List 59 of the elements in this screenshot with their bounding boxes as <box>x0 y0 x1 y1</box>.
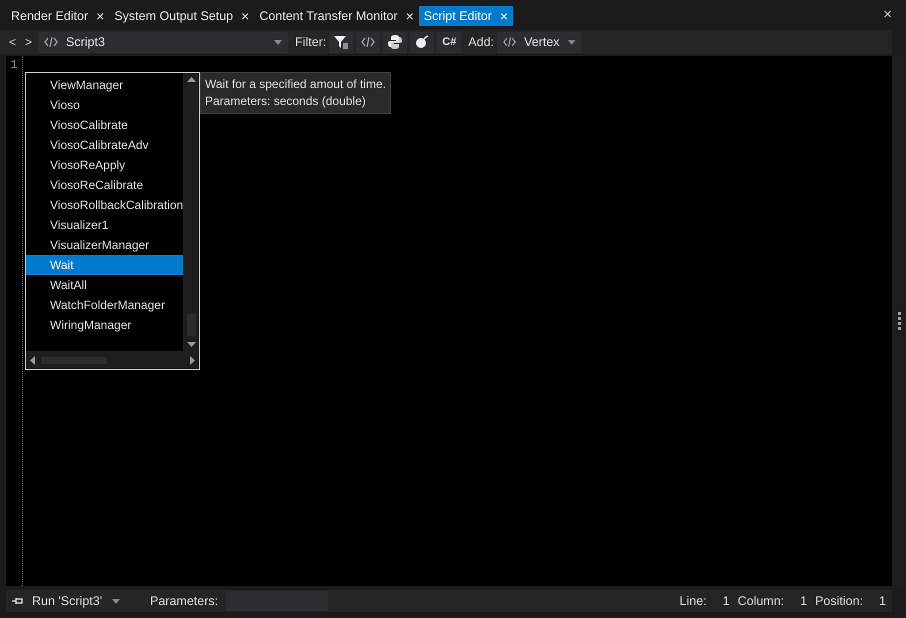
line-value: 1 <box>722 594 730 608</box>
parameters-label: Parameters: <box>150 594 218 608</box>
close-icon[interactable]: × <box>96 9 104 23</box>
horizontal-scrollbar[interactable] <box>26 351 199 369</box>
tab[interactable]: System Output Setup × <box>109 6 254 26</box>
column-label: Column: <box>738 594 784 608</box>
run-dropdown[interactable]: Run 'Script3' <box>32 594 142 608</box>
completion-item[interactable]: ViosoReCalibrate <box>26 175 184 195</box>
completion-item[interactable]: Wait <box>26 255 184 275</box>
line-label: Line: <box>680 594 707 608</box>
scroll-left-icon[interactable] <box>30 356 35 364</box>
tab[interactable]: Content Transfer Monitor × <box>254 6 419 26</box>
csharp-button[interactable]: C# <box>437 32 462 52</box>
bomb-icon[interactable] <box>410 32 434 52</box>
code-icon <box>44 37 58 47</box>
position-value: 1 <box>879 594 886 608</box>
code-button[interactable] <box>356 32 380 52</box>
filter-label: Filter: <box>295 35 326 49</box>
completion-item[interactable]: WaitAll <box>26 275 184 295</box>
scroll-right-icon[interactable] <box>190 356 195 364</box>
completion-item[interactable]: ViosoReApply <box>26 155 184 175</box>
add-dropdown[interactable]: Vertex <box>497 32 581 52</box>
close-icon[interactable]: × <box>406 9 414 23</box>
vertical-scrollbar[interactable] <box>183 73 199 351</box>
tooltip-text: Wait for a specified amout of time. <box>205 76 386 93</box>
caret-icon <box>568 40 575 44</box>
position-label: Position: <box>815 594 864 608</box>
caret-icon <box>112 598 120 604</box>
completion-item[interactable]: VisualizerManager <box>26 235 184 255</box>
pin-icon[interactable] <box>12 597 24 605</box>
forward-button[interactable]: > <box>22 35 36 49</box>
close-icon[interactable]: × <box>883 6 892 23</box>
completion-item[interactable]: Visualizer1 <box>26 215 184 235</box>
completion-item[interactable]: ViewManager <box>26 75 184 95</box>
completion-item[interactable]: WatchFolderManager <box>26 295 184 315</box>
script-dropdown[interactable]: Script3 <box>38 32 288 52</box>
code-icon <box>503 37 516 47</box>
close-icon[interactable]: × <box>500 9 508 23</box>
column-value: 1 <box>800 594 808 608</box>
completion-item[interactable]: Vioso <box>26 95 184 115</box>
completion-item[interactable]: ViosoRollbackCalibration <box>26 195 184 215</box>
close-icon[interactable]: × <box>241 9 250 23</box>
tab[interactable]: Render Editor × <box>6 6 110 26</box>
add-label: Add: <box>468 35 494 49</box>
scroll-down-icon[interactable] <box>186 342 196 347</box>
code-icon <box>361 37 376 47</box>
caret-icon <box>274 40 282 44</box>
filter-icon <box>334 35 348 49</box>
completion-item[interactable]: ViosoCalibrateAdv <box>26 135 184 155</box>
filter-button[interactable] <box>329 32 354 52</box>
completion-item[interactable]: WiringManager <box>26 315 184 335</box>
tab[interactable]: Script Editor × <box>418 6 514 26</box>
line-number: 1 <box>10 58 18 72</box>
completion-item[interactable]: ViosoCalibrate <box>26 115 184 135</box>
scroll-up-icon[interactable] <box>186 77 196 82</box>
tooltip-text: Parameters: seconds (double) <box>205 93 367 110</box>
python-icon <box>388 35 402 49</box>
back-button[interactable]: < <box>6 35 20 49</box>
python-button[interactable] <box>383 32 408 52</box>
